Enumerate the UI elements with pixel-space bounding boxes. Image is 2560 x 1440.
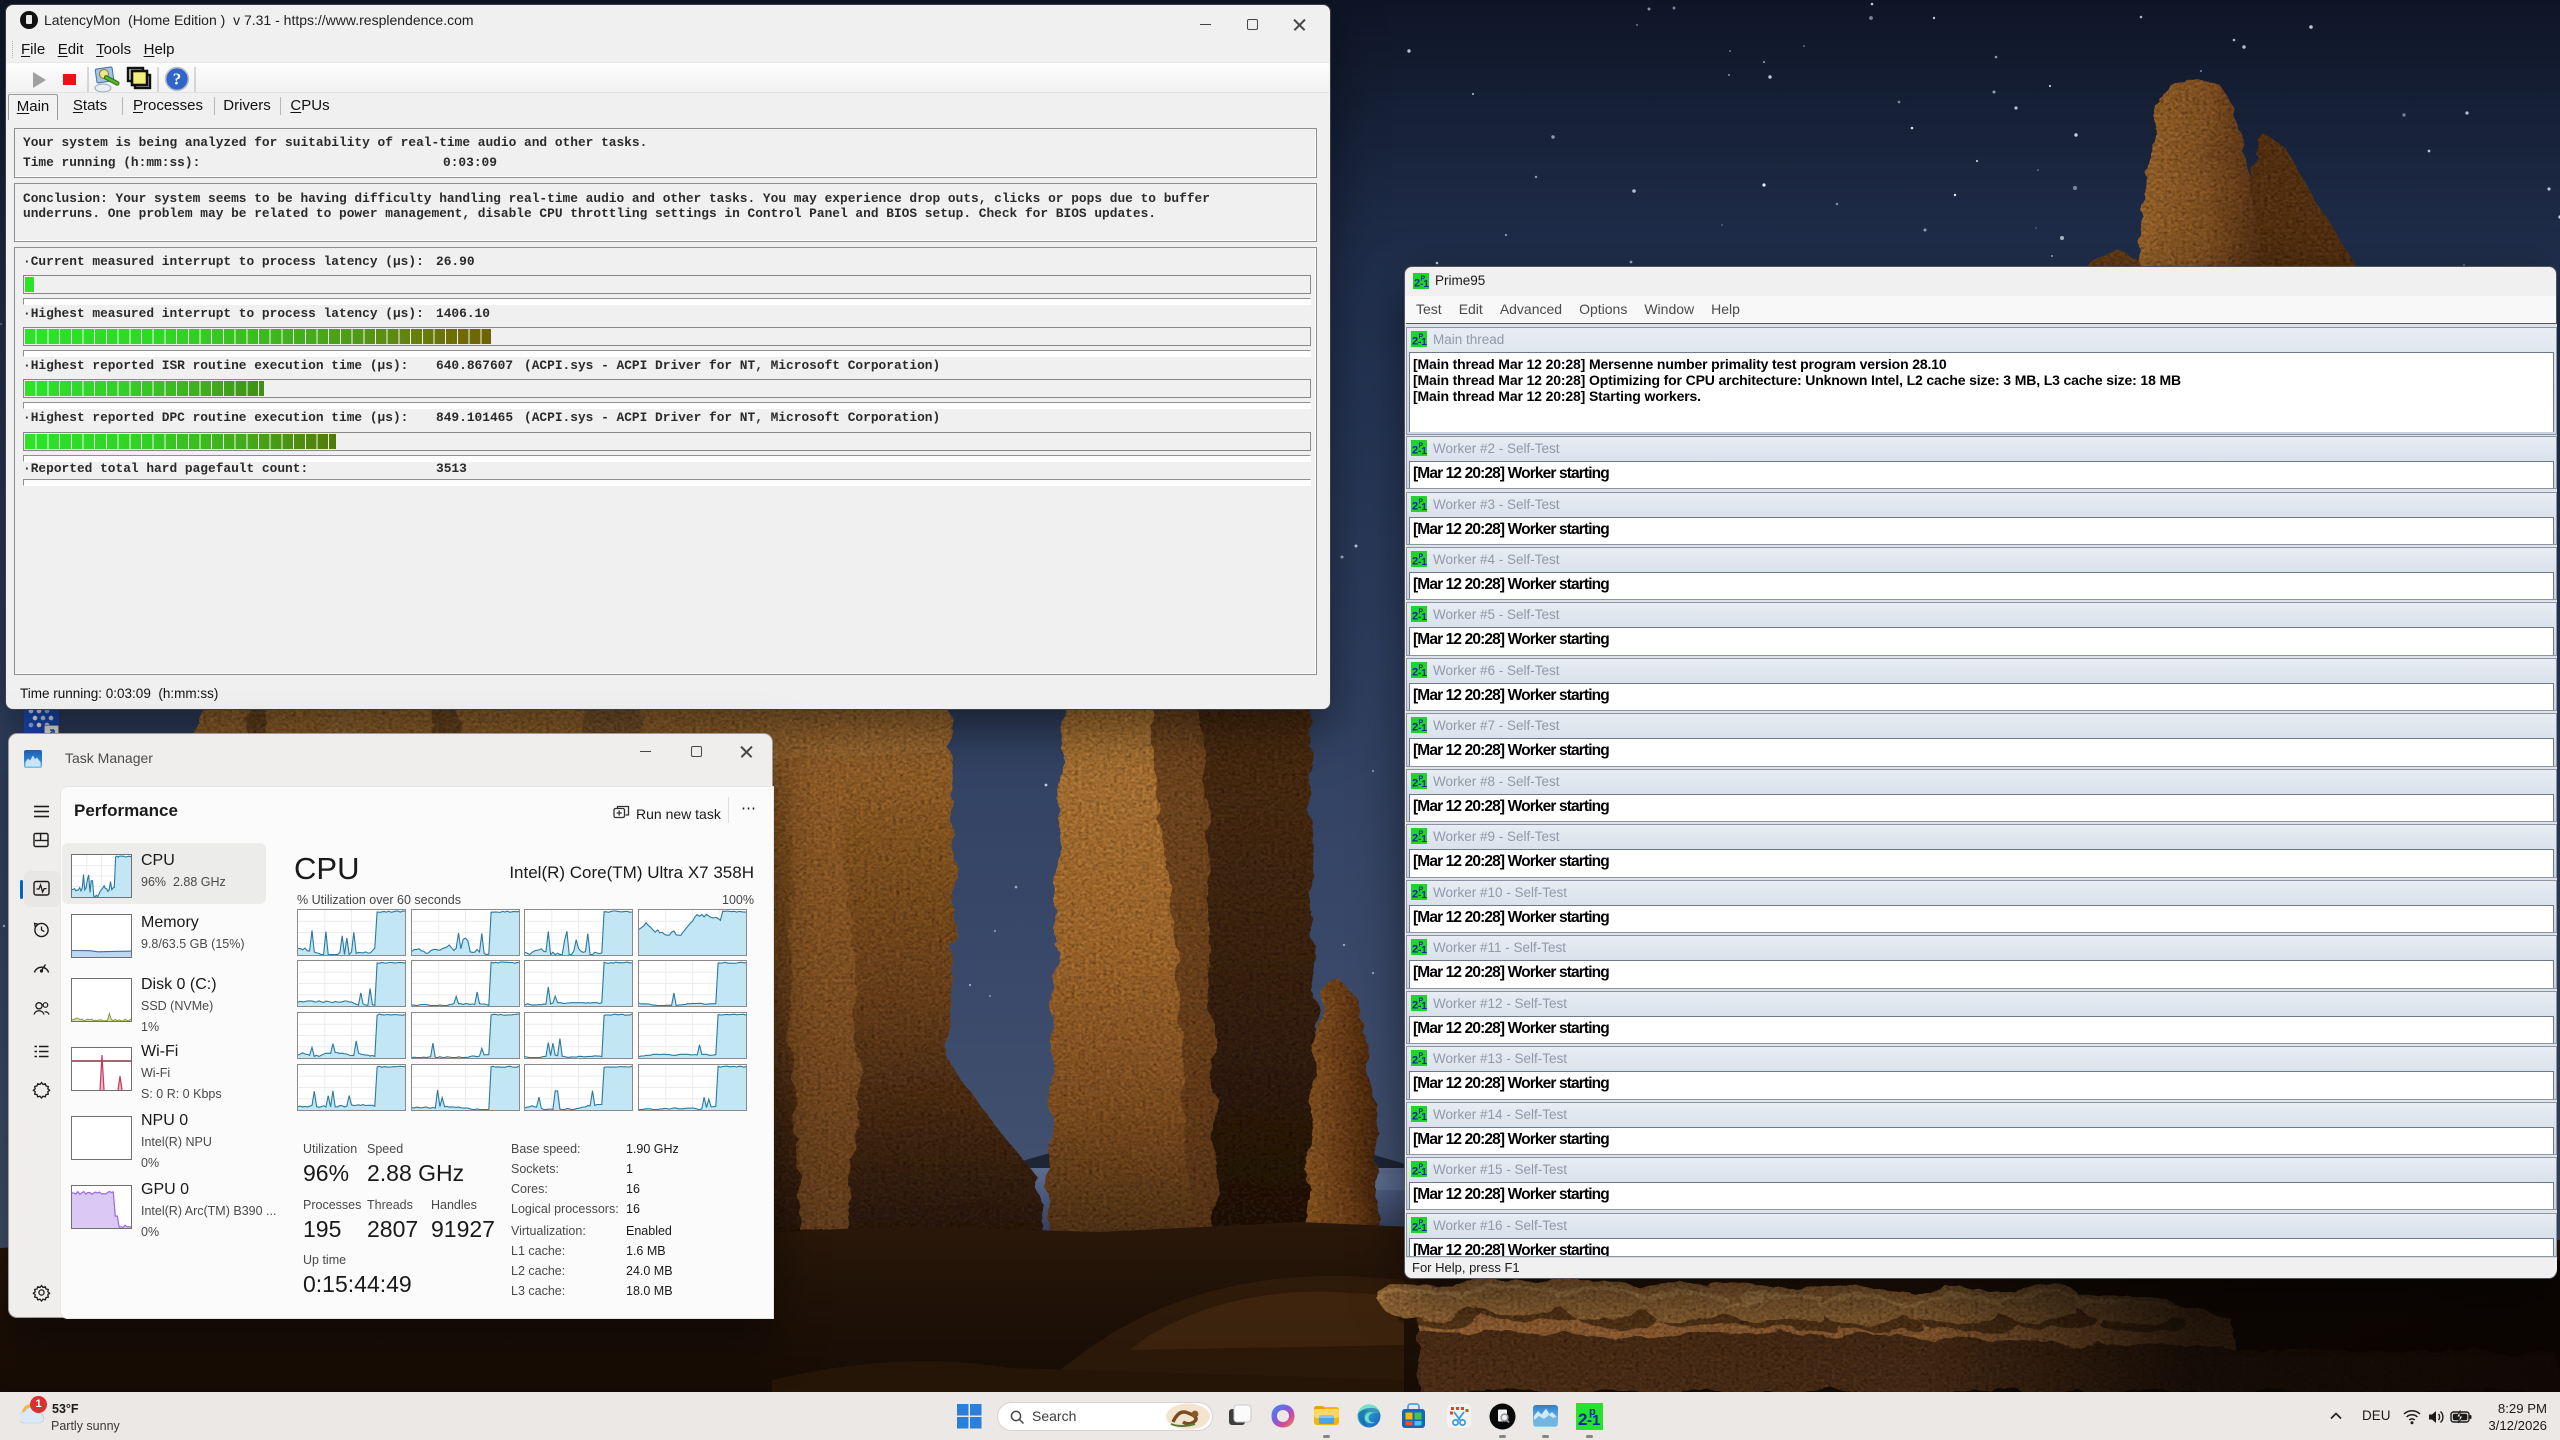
- svg-text:-1: -1: [1418, 1001, 1427, 1011]
- svg-text:-1: -1: [1418, 502, 1427, 512]
- svg-text:-1: -1: [1418, 612, 1427, 622]
- svg-text:-1: -1: [1418, 834, 1427, 844]
- svg-text:-1: -1: [1418, 668, 1427, 678]
- svg-text:-1: -1: [1420, 279, 1429, 289]
- svg-text:-1: -1: [1418, 890, 1427, 900]
- svg-text:-1: -1: [1418, 1167, 1427, 1177]
- svg-text:-1: -1: [1418, 1223, 1427, 1233]
- svg-text:-1: -1: [1418, 337, 1427, 347]
- svg-text:-1: -1: [1418, 1056, 1427, 1066]
- svg-text:-1: -1: [1418, 446, 1427, 456]
- svg-text:?: ?: [173, 70, 182, 89]
- svg-text:-1: -1: [1418, 945, 1427, 955]
- svg-text:-1: -1: [1418, 723, 1427, 733]
- svg-text:-1: -1: [1418, 1112, 1427, 1122]
- svg-text:-1: -1: [1587, 1412, 1600, 1429]
- svg-text:-1: -1: [1418, 557, 1427, 567]
- svg-text:-1: -1: [1418, 779, 1427, 789]
